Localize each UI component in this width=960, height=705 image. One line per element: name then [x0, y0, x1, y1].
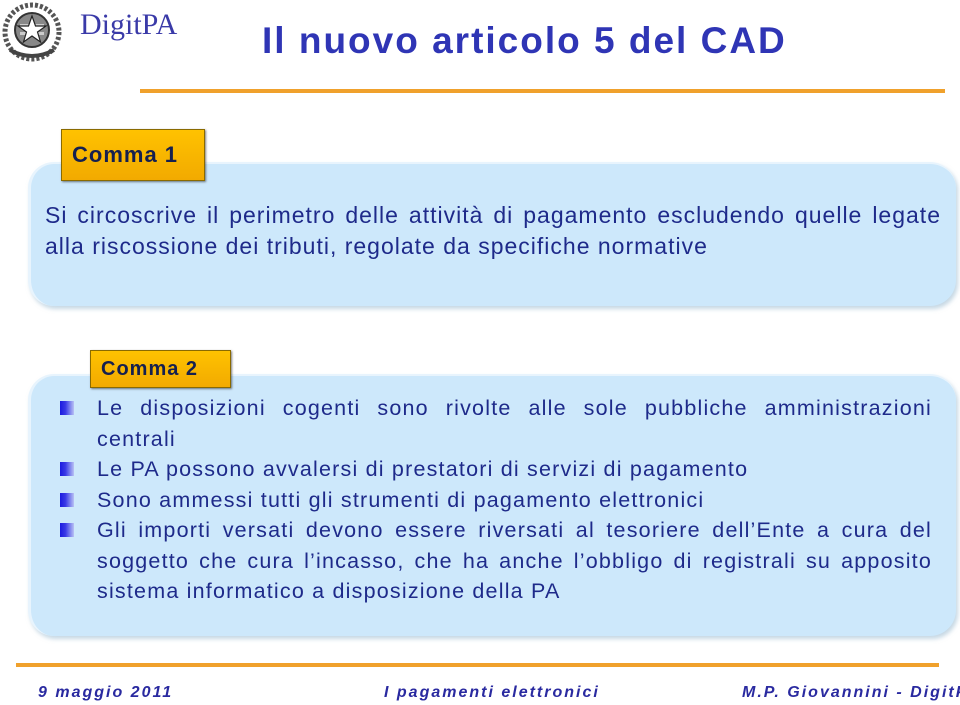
footer-date: 9 maggio 2011: [38, 684, 174, 701]
comma-2-label: Comma 2: [90, 350, 231, 388]
logo-text: DigitPA: [80, 8, 178, 41]
square-bullet-icon: [60, 401, 74, 415]
footer-divider: [16, 663, 939, 667]
comma-1-label: Comma 1: [61, 129, 205, 181]
list-item-text: Le PA possono avvalersi di prestatori di…: [97, 457, 749, 481]
footer-author: M.P. Giovannini - DigitPA: [742, 684, 960, 701]
list-item: Sono ammessi tutti gli strumenti di paga…: [60, 485, 932, 516]
list-item: Le disposizioni cogenti sono rivolte all…: [60, 393, 932, 454]
list-item-text: Gli importi versati devono essere rivers…: [97, 518, 932, 603]
title-divider: [140, 89, 945, 93]
list-item-text: Sono ammessi tutti gli strumenti di paga…: [97, 487, 705, 512]
footer-topic: I pagamenti elettronici: [384, 684, 600, 701]
square-bullet-icon: [60, 462, 74, 476]
square-bullet-icon: [60, 492, 74, 507]
comma-2-bullet-list: Le disposizioni cogenti sono rivolte all…: [60, 393, 932, 607]
page-title: Il nuovo articolo 5 del CAD: [262, 20, 787, 61]
list-item: Le PA possono avvalersi di prestatori di…: [60, 454, 932, 485]
list-item-text: Le disposizioni cogenti sono rivolte all…: [97, 396, 932, 451]
list-item: Gli importi versati devono essere rivers…: [60, 515, 932, 607]
logo-emblem: [2, 2, 62, 62]
comma-1-text: Si circoscrive il perimetro delle attivi…: [45, 202, 941, 259]
emblem-icon: [2, 2, 62, 62]
square-bullet-icon: [60, 523, 74, 537]
